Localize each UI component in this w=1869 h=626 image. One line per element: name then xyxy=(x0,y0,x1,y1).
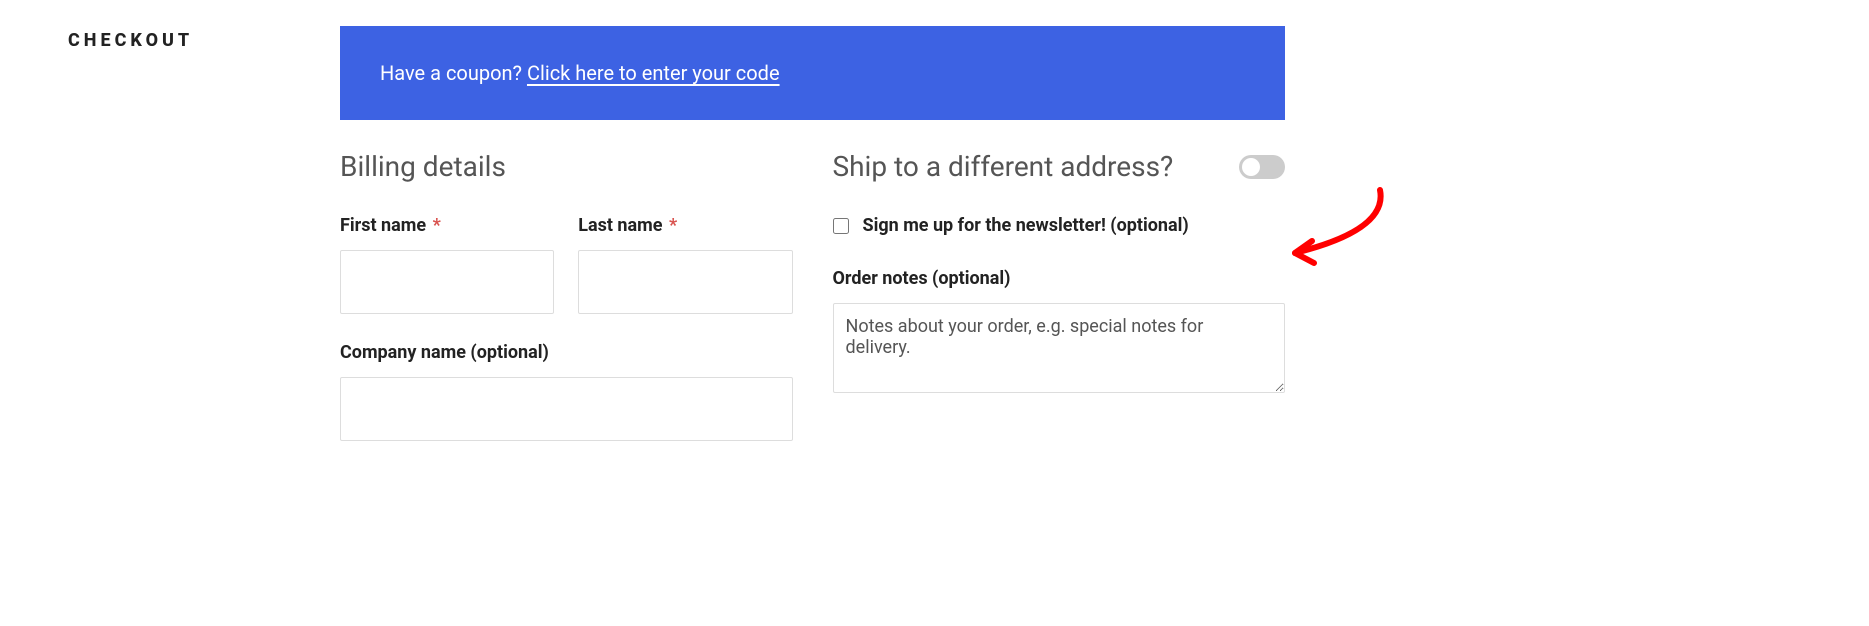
order-notes-textarea[interactable] xyxy=(833,303,1286,393)
required-mark: * xyxy=(433,215,441,236)
order-notes-label: Order notes (optional) xyxy=(833,268,1286,289)
checkout-content: Have a coupon? Click here to enter your … xyxy=(340,26,1285,441)
first-name-label-text: First name xyxy=(340,215,426,236)
name-row: First name * Last name * xyxy=(340,215,793,314)
last-name-label: Last name * xyxy=(578,215,792,236)
company-name-label: Company name (optional) xyxy=(340,342,793,363)
newsletter-checkbox[interactable] xyxy=(833,218,849,234)
coupon-notice: Have a coupon? Click here to enter your … xyxy=(340,26,1285,120)
company-name-field-group: Company name (optional) xyxy=(340,342,793,441)
ship-heading-row: Ship to a different address? xyxy=(833,150,1286,183)
page-title: CHECKOUT xyxy=(68,30,193,51)
newsletter-row: Sign me up for the newsletter! (optional… xyxy=(833,215,1286,236)
shipping-heading: Ship to a different address? xyxy=(833,150,1174,183)
coupon-prompt: Have a coupon? xyxy=(380,61,527,85)
last-name-label-text: Last name xyxy=(578,215,662,236)
required-mark: * xyxy=(669,215,677,236)
order-notes-field-group: Order notes (optional) xyxy=(833,268,1286,397)
company-name-input[interactable] xyxy=(340,377,793,441)
newsletter-label[interactable]: Sign me up for the newsletter! (optional… xyxy=(863,215,1189,236)
coupon-link[interactable]: Click here to enter your code xyxy=(527,61,780,85)
billing-column: Billing details First name * Last name * xyxy=(340,150,793,441)
checkout-columns: Billing details First name * Last name * xyxy=(340,150,1285,441)
first-name-label: First name * xyxy=(340,215,554,236)
arrow-annotation-icon xyxy=(1280,185,1400,279)
first-name-field-group: First name * xyxy=(340,215,554,314)
last-name-field-group: Last name * xyxy=(578,215,792,314)
ship-different-address-toggle[interactable] xyxy=(1239,155,1285,179)
first-name-input[interactable] xyxy=(340,250,554,314)
last-name-input[interactable] xyxy=(578,250,792,314)
shipping-column: Ship to a different address? Sign me up … xyxy=(833,150,1286,441)
billing-heading: Billing details xyxy=(340,150,793,183)
